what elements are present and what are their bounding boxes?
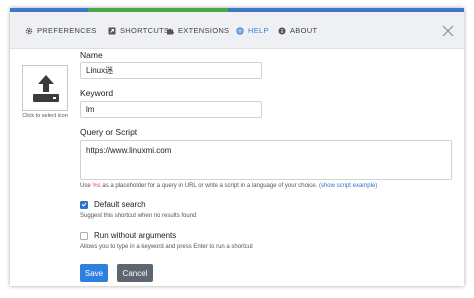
run-without-args-hint: Allows you to type in a keyword and pres… bbox=[80, 244, 253, 250]
shortcut-icon bbox=[108, 27, 116, 35]
check-icon bbox=[81, 202, 87, 207]
help-icon bbox=[236, 26, 244, 35]
tab-preferences-label: PREFERENCES bbox=[37, 26, 97, 35]
default-search-label: Default search bbox=[94, 200, 146, 209]
save-button[interactable]: Save bbox=[80, 264, 108, 282]
puzzle-icon bbox=[166, 27, 174, 35]
show-script-example-link[interactable]: (show script example) bbox=[319, 183, 377, 189]
keyword-label: Keyword bbox=[80, 88, 114, 98]
tab-shortcuts-label: SHORTCUTS bbox=[120, 26, 170, 35]
keyword-input[interactable] bbox=[80, 101, 262, 118]
tab-about-label: ABOUT bbox=[290, 26, 318, 35]
run-without-args-checkbox[interactable] bbox=[80, 231, 88, 240]
query-label: Query or Script bbox=[80, 127, 138, 137]
tab-shortcuts[interactable]: SHORTCUTS bbox=[108, 12, 169, 49]
settings-window: PREFERENCES SHORTCUTS EXTENSIONS HELP AB… bbox=[10, 8, 464, 286]
cancel-button[interactable]: Cancel bbox=[117, 264, 153, 282]
run-without-args-row: Run without arguments bbox=[80, 231, 176, 240]
info-icon bbox=[278, 27, 286, 35]
name-label: Name bbox=[80, 50, 103, 60]
query-hint-placeholder: %s bbox=[92, 183, 101, 189]
tab-extensions-label: EXTENSIONS bbox=[178, 26, 230, 35]
tab-extensions[interactable]: EXTENSIONS bbox=[166, 12, 229, 49]
tab-bar: PREFERENCES SHORTCUTS EXTENSIONS HELP AB… bbox=[10, 12, 464, 49]
gear-icon bbox=[25, 27, 33, 35]
query-hint-prefix: Use bbox=[80, 183, 91, 189]
query-textarea[interactable]: https://www.linuxmi.com bbox=[80, 140, 452, 180]
icon-caption: Click to select icon bbox=[22, 113, 68, 119]
name-input[interactable] bbox=[80, 62, 262, 79]
query-hint-middle: as a placeholder for a query in URL or w… bbox=[102, 183, 318, 189]
icon-selector[interactable] bbox=[22, 65, 68, 111]
upload-icon bbox=[33, 75, 59, 102]
run-without-args-label: Run without arguments bbox=[94, 231, 177, 240]
default-search-hint: Suggest this shortcut when no results fo… bbox=[80, 213, 197, 219]
default-search-checkbox[interactable] bbox=[80, 200, 88, 209]
tab-about[interactable]: ABOUT bbox=[278, 12, 317, 49]
close-icon[interactable] bbox=[442, 24, 454, 37]
default-search-row: Default search bbox=[80, 200, 146, 209]
query-hint: Use %s as a placeholder for a query in U… bbox=[80, 183, 377, 189]
tab-help[interactable]: HELP bbox=[236, 12, 269, 49]
tab-preferences[interactable]: PREFERENCES bbox=[25, 12, 97, 49]
tab-help-label: HELP bbox=[248, 26, 269, 35]
